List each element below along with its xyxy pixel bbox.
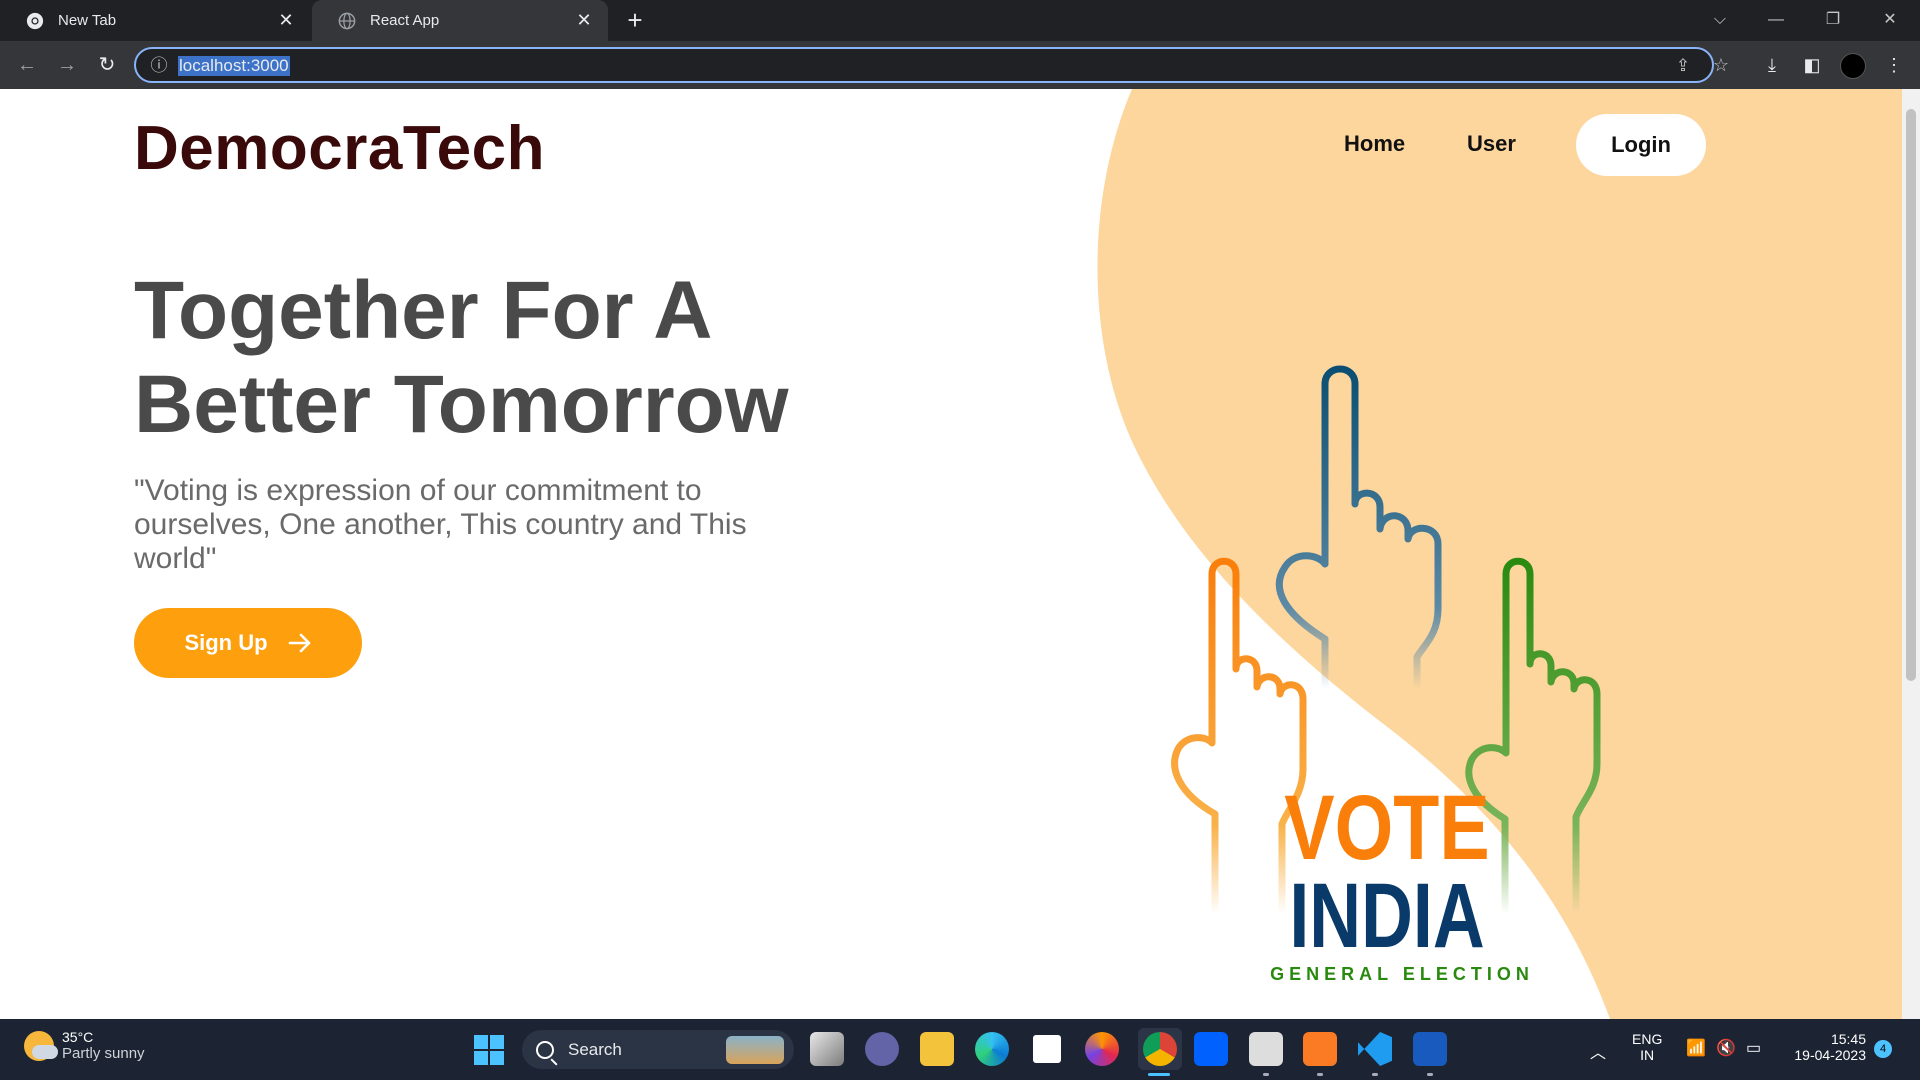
signup-label: Sign Up	[184, 630, 268, 655]
teams-chat-icon[interactable]	[865, 1032, 899, 1066]
tab-search-chevron-icon[interactable]: ⌵	[1700, 6, 1740, 34]
active-app-indicator	[1148, 1073, 1170, 1076]
weather-description: Partly sunny	[62, 1045, 145, 1062]
language-code: ENG	[1632, 1031, 1663, 1047]
download-icon[interactable]: ⤓	[1758, 51, 1786, 79]
show-hidden-icons-chevron-icon[interactable]: ︿	[1590, 1039, 1606, 1063]
profile-avatar[interactable]	[1840, 53, 1866, 79]
firefox-icon[interactable]	[1085, 1032, 1119, 1066]
taskbar-search[interactable]: Search	[522, 1030, 794, 1069]
partly-sunny-icon	[24, 1030, 58, 1061]
address-bar[interactable]: ⓘ localhost:3000 ⇪	[134, 47, 1714, 83]
windows-logo-tile	[474, 1035, 488, 1049]
hero-quote: "Voting is expression of our commitment …	[134, 474, 747, 575]
brand-logo[interactable]: DemocraTech	[134, 113, 545, 184]
new-tab-button[interactable]: +	[622, 7, 648, 34]
search-label: Search	[568, 1039, 622, 1059]
weather-widget[interactable]: 35°C Partly sunny	[24, 1029, 145, 1062]
amazon-icon[interactable]	[1249, 1032, 1283, 1066]
taskbar: 35°C Partly sunny Search ︿ ENG IN 📶 🔇 ▭ …	[0, 1019, 1920, 1080]
windows-logo-tile	[474, 1051, 488, 1065]
restore-icon[interactable]: ❐	[1813, 6, 1853, 34]
page-scrollbar[interactable]	[1902, 89, 1920, 1019]
vote-text: VOTE	[1284, 776, 1489, 879]
start-button[interactable]	[474, 1035, 504, 1065]
signup-button[interactable]: Sign Up	[134, 608, 362, 678]
tab-strip: New Tab ✕ React App ✕ + ⌵ — ❐ ✕	[0, 0, 1920, 41]
globe-icon	[338, 12, 356, 29]
india-text: INDIA	[1289, 864, 1484, 967]
windows-logo-tile	[490, 1051, 504, 1065]
speaker-muted-icon[interactable]: 🔇	[1716, 1038, 1736, 1058]
url-text[interactable]: localhost:3000	[178, 56, 290, 76]
side-panel-icon[interactable]: ◧	[1798, 51, 1826, 79]
general-election-text: GENERAL ELECTION	[1270, 964, 1534, 984]
tab-title: New Tab	[58, 12, 117, 29]
region-code: IN	[1640, 1047, 1655, 1063]
login-button[interactable]: Login	[1576, 114, 1706, 176]
search-icon	[536, 1040, 554, 1059]
back-icon[interactable]: ←	[13, 51, 41, 79]
tab-new-tab[interactable]: New Tab ✕	[0, 0, 310, 41]
running-app-indicator	[1427, 1073, 1433, 1076]
task-view-icon[interactable]	[810, 1032, 844, 1066]
search-highlight-image	[726, 1035, 784, 1064]
browser-toolbar: ← → ↻ ⓘ localhost:3000 ⇪ ☆ ⤓ ◧ ⋮	[0, 41, 1920, 89]
forward-icon[interactable]: →	[53, 51, 81, 79]
share-icon[interactable]: ⇪	[1672, 55, 1694, 77]
running-app-indicator	[1317, 1073, 1323, 1076]
file-explorer-icon[interactable]	[920, 1032, 954, 1066]
menu-kebab-icon[interactable]: ⋮	[1880, 51, 1908, 79]
clock-time: 15:45	[1830, 1031, 1866, 1047]
battery-icon[interactable]: ▭	[1746, 1038, 1761, 1058]
close-icon[interactable]: ✕	[574, 10, 594, 30]
chrome-icon	[1143, 1032, 1177, 1066]
running-app-indicator	[1372, 1073, 1378, 1076]
scroll-thumb[interactable]	[1906, 109, 1916, 681]
close-icon[interactable]: ✕	[276, 10, 296, 30]
hero-headline: Together For A Better Tomorrow	[134, 265, 789, 450]
edge-icon[interactable]	[975, 1032, 1009, 1066]
site-info-icon[interactable]: ⓘ	[148, 55, 170, 77]
microsoft-store-icon[interactable]	[1030, 1032, 1064, 1066]
windows-logo-tile	[490, 1035, 504, 1049]
xampp-icon[interactable]	[1303, 1032, 1337, 1066]
bookmark-star-icon[interactable]: ☆	[1707, 51, 1735, 79]
clock-date: 19-04-2023	[1794, 1047, 1866, 1063]
reload-icon[interactable]: ↻	[93, 51, 121, 79]
nav-user[interactable]: User	[1467, 131, 1516, 157]
vote-india-illustration: VOTE INDIA GENERAL ELECTION	[1171, 365, 1601, 984]
dropbox-icon[interactable]	[1194, 1032, 1228, 1066]
running-app-indicator	[1263, 1073, 1269, 1076]
web-page: DemocraTech Home User Login Together For…	[0, 89, 1902, 1019]
tab-title: React App	[370, 12, 440, 29]
arrow-right-icon	[288, 633, 310, 653]
minimize-icon[interactable]: —	[1756, 6, 1796, 34]
clock[interactable]: 15:45 19-04-2023	[1786, 1031, 1866, 1063]
weather-temperature: 35°C	[62, 1029, 94, 1045]
window-close-icon[interactable]: ✕	[1870, 6, 1910, 34]
vscode-icon[interactable]	[1358, 1032, 1392, 1066]
nav-home[interactable]: Home	[1344, 131, 1405, 157]
navy-hand-icon	[1275, 365, 1442, 693]
chrome-icon	[26, 12, 44, 29]
wifi-icon[interactable]: 📶	[1686, 1038, 1706, 1058]
tab-react-app[interactable]: React App ✕	[312, 0, 608, 41]
notification-badge[interactable]: 4	[1874, 1040, 1892, 1058]
language-indicator[interactable]: ENG IN	[1632, 1031, 1662, 1063]
word-icon[interactable]	[1413, 1032, 1447, 1066]
